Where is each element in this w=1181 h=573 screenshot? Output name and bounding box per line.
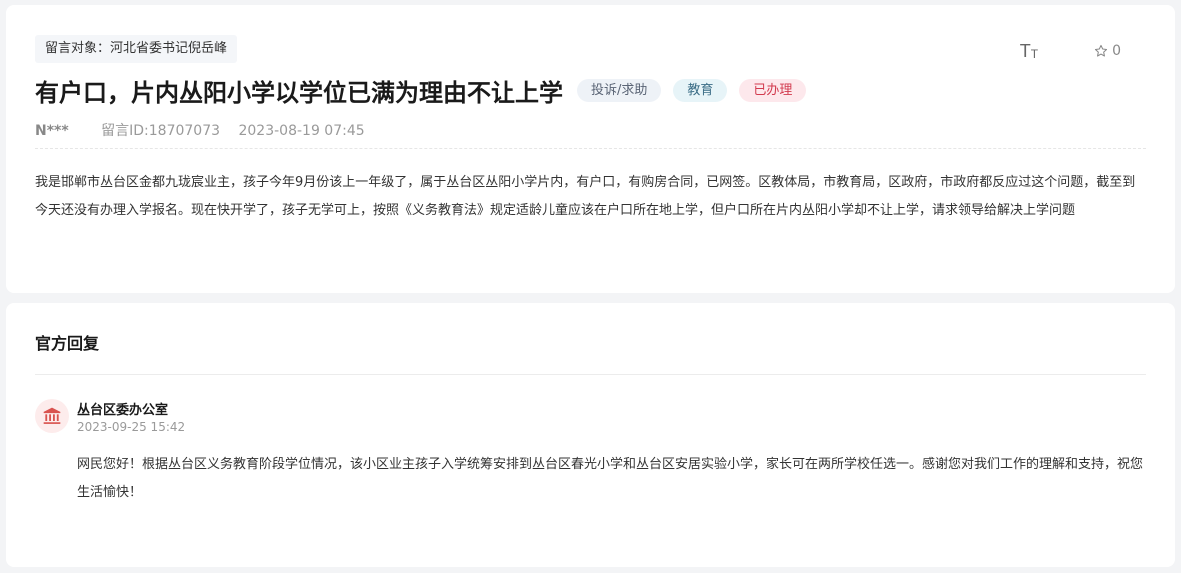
author-name: N***	[35, 123, 69, 139]
government-building-icon	[35, 399, 69, 433]
recipient-label: 留言对象：河北省委书记倪岳峰	[35, 35, 238, 63]
category-tag: 教育	[673, 78, 728, 102]
reply-content: 网民您好！根据丛台区义务教育阶段学位情况，该小区业主孩子入学统筹安排到丛台区春光…	[77, 457, 1144, 500]
reply-datetime: 2023-09-25 15:42	[77, 420, 186, 434]
reply-card: 官方回复 丛台区委办公室 2023-09-25 15:42 网民您好！根据丛台区…	[6, 303, 1175, 567]
message-datetime: 2023-08-19 07:45	[238, 123, 365, 139]
message-card: 留言对象：河北省委书记倪岳峰 TT 0 有户口，片内丛阳小学以学位已满为理由不让…	[6, 5, 1175, 293]
message-title: 有户口，片内丛阳小学以学位已满为理由不让上学	[35, 78, 563, 107]
favorite-button[interactable]: 0	[1094, 43, 1121, 59]
star-outline-icon	[1095, 44, 1108, 57]
reply-org-name: 丛台区委办公室	[77, 403, 169, 418]
font-size-button[interactable]: TT	[1020, 42, 1038, 60]
favorite-count: 0	[1112, 43, 1121, 59]
title-row: 有户口，片内丛阳小学以学位已满为理由不让上学 投诉/求助 教育 已办理	[35, 73, 818, 107]
divider	[35, 148, 1146, 149]
message-content: 我是邯郸市丛台区金都九珑宸业主，孩子今年9月份该上一年级了，属于丛台区丛阳小学片…	[35, 175, 1136, 218]
message-toolbar: TT 0	[1020, 39, 1121, 63]
font-size-icon: T	[1019, 41, 1031, 61]
type-tag: 投诉/求助	[577, 78, 662, 102]
message-meta: N*** 留言ID:18707073 2023-08-19 07:45	[35, 120, 365, 140]
divider	[35, 374, 1146, 375]
reply-section-title: 官方回复	[35, 334, 100, 353]
status-badge: 已办理	[739, 78, 807, 102]
message-id: 留言ID:18707073	[101, 123, 221, 139]
